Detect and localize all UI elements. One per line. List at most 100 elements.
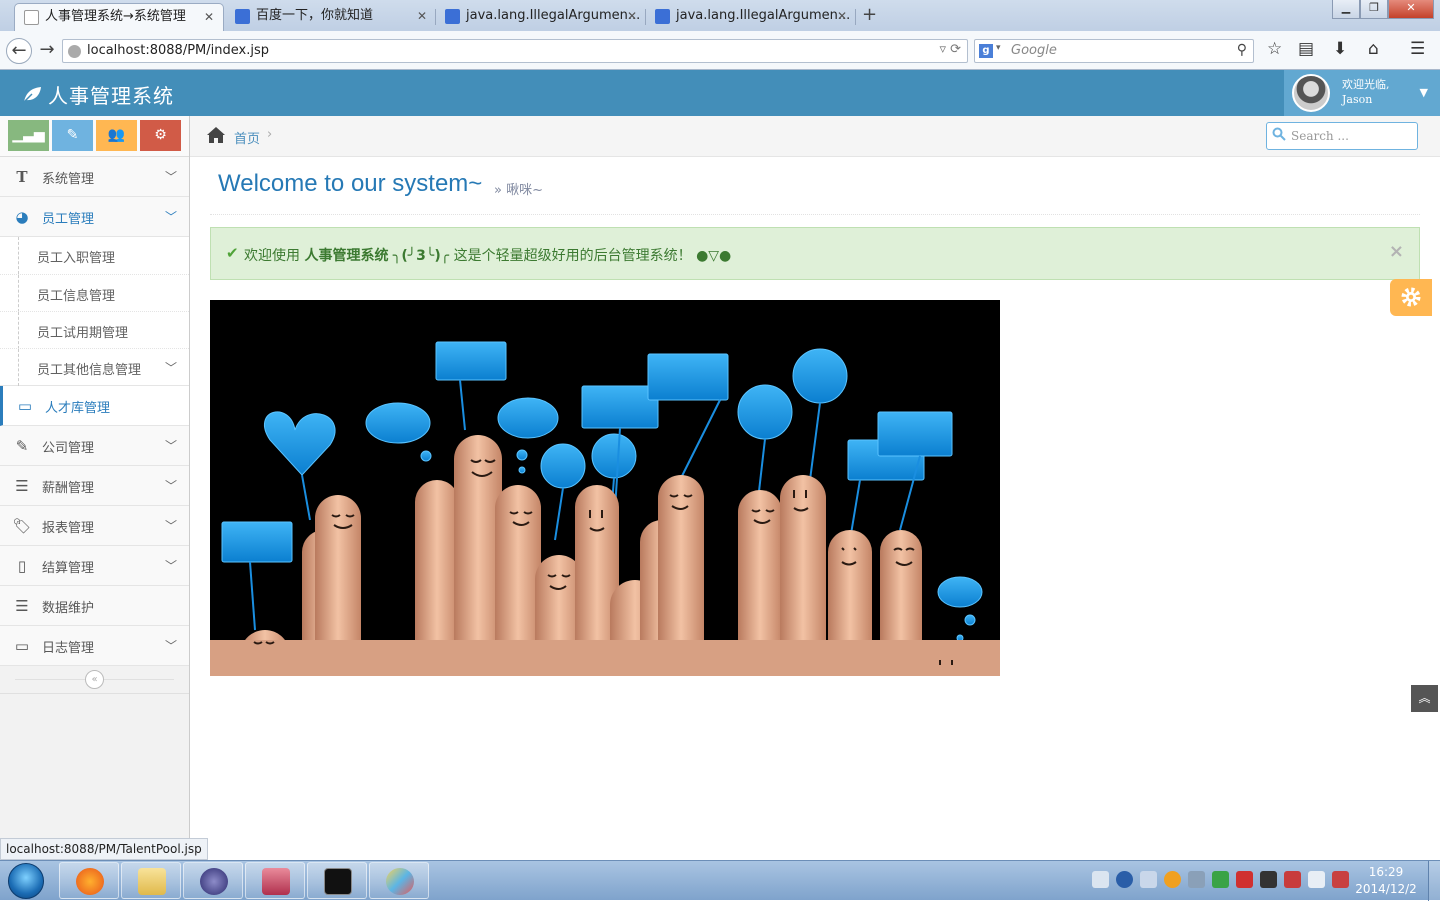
back-arrow-icon[interactable]: ← <box>6 38 32 64</box>
taskbar-firefox[interactable] <box>59 862 119 899</box>
network-icon[interactable] <box>1308 871 1325 888</box>
greeting-text: 欢迎光临, <box>1342 78 1390 91</box>
shortcut-cogs-button[interactable]: ⚙ <box>140 120 181 151</box>
google-engine-icon[interactable]: g <box>979 44 993 58</box>
app-header: 人事管理系统 欢迎光临, Jason ▼ <box>0 70 1440 116</box>
cogs-icon: ⚙ <box>154 127 167 143</box>
show-desktop-button[interactable] <box>1428 861 1440 901</box>
browser-tab[interactable]: java.lang.IllegalArgumen... ✕ <box>646 3 856 31</box>
sidebar-item-employee[interactable]: ◕ 员工管理 ﹀ <box>0 197 189 237</box>
tab-close-icon[interactable]: ✕ <box>417 3 427 29</box>
sidebar-shortcuts: ▁▃▅ ✎ 👥 ⚙ <box>0 116 189 157</box>
alert-prefix: 欢迎使用 <box>244 248 300 264</box>
caret-down-icon: ▼ <box>1419 86 1428 99</box>
windows-start-icon[interactable] <box>8 863 44 899</box>
tray-expand-icon[interactable] <box>1140 871 1157 888</box>
hero-image <box>210 300 1000 676</box>
file-icon: ▯ <box>17 557 27 575</box>
taskbar-explorer[interactable] <box>121 862 181 899</box>
address-url[interactable]: localhost:8088/PM/index.jsp <box>87 43 269 58</box>
tray-app-icon[interactable] <box>1188 871 1205 888</box>
home-icon[interactable]: ⌂ <box>1368 39 1379 59</box>
tray-app-icon[interactable] <box>1260 871 1277 888</box>
alert-close-icon[interactable]: × <box>1389 241 1404 262</box>
browser-tab[interactable]: java.lang.IllegalArgumen... ✕ <box>436 3 646 31</box>
list-icon: ☰ <box>15 597 29 615</box>
site-identity-icon <box>68 45 81 58</box>
shortcut-group-button[interactable]: 👥 <box>96 120 137 151</box>
taskbar-eclipse[interactable] <box>183 862 243 899</box>
browser-nav-bar: ← → localhost:8088/PM/index.jsp ▿ ⟳ g ▾ … <box>0 31 1440 70</box>
alert-suffix: 这是个轻量超级好用的后台管理系统！ ●▽● <box>453 248 732 264</box>
avatar <box>1292 74 1330 112</box>
sidebar-item-data-maintenance[interactable]: ☰ 数据维护 <box>0 586 189 626</box>
minimize-icon[interactable]: ▁ <box>1332 0 1360 19</box>
taskbar-database[interactable] <box>245 862 305 899</box>
page-title: Welcome to our system~ <box>218 170 483 197</box>
shortcut-pencil-button[interactable]: ✎ <box>52 120 93 151</box>
paint-icon <box>386 868 414 895</box>
breadcrumb-home-link[interactable]: 首页 <box>234 128 260 147</box>
tab-close-icon[interactable]: ✕ <box>627 3 637 29</box>
volume-muted-icon[interactable] <box>1332 871 1349 888</box>
qq-icon[interactable] <box>1164 871 1181 888</box>
security-shield-icon[interactable] <box>1212 871 1229 888</box>
submenu-item-other[interactable]: 员工其他信息管理 ﹀ <box>0 348 189 386</box>
pencil-icon: ✎ <box>66 127 79 143</box>
submenu-item-probation[interactable]: 员工试用期管理 <box>0 311 189 349</box>
keyboard-icon[interactable] <box>1092 871 1109 888</box>
reload-icon[interactable]: ▿ ⟳ <box>939 42 961 57</box>
tray-app-icon[interactable] <box>1236 871 1253 888</box>
help-icon[interactable] <box>1116 871 1133 888</box>
nav-search-input[interactable]: Search ... <box>1266 122 1418 150</box>
sidebar-item-label: 结算管理 <box>42 561 95 576</box>
sidebar-item-salary[interactable]: ☰ 薪酬管理 ﹀ <box>0 466 189 506</box>
double-angle-left-icon[interactable]: « <box>85 670 104 689</box>
window-close-icon[interactable]: ✕ <box>1388 0 1434 19</box>
download-icon[interactable]: ⬇ <box>1333 39 1347 59</box>
sidebar-item-talent-pool[interactable]: ▭ 人才库管理 <box>0 386 189 426</box>
text-width-icon: T <box>16 168 28 186</box>
browser-search-placeholder[interactable]: Google <box>1011 43 1057 58</box>
sidebar: ▁▃▅ ✎ 👥 ⚙ T 系统管理 ﹀ ◕ 员工管理 ﹀ 员工入职管理 员工信息管… <box>0 116 190 860</box>
app-logo[interactable]: 人事管理系统 <box>22 80 174 109</box>
bookmarks-list-icon[interactable]: ▤ <box>1298 39 1314 59</box>
taskbar-cmd[interactable] <box>307 862 367 899</box>
bookmark-star-icon[interactable]: ☆ <box>1267 39 1282 59</box>
shortcut-signal-button[interactable]: ▁▃▅ <box>8 120 49 151</box>
app-name: 人事管理系统 <box>48 84 174 108</box>
tab-close-icon[interactable]: ✕ <box>204 4 214 30</box>
submenu-item-info[interactable]: 员工信息管理 <box>0 274 189 312</box>
restore-icon[interactable]: ❐ <box>1360 0 1388 19</box>
submenu-item-onboarding[interactable]: 员工入职管理 <box>0 237 189 274</box>
chevron-down-icon: ﹀ <box>164 439 177 453</box>
sidebar-item-reports[interactable]: 🏷 报表管理 ﹀ <box>0 506 189 546</box>
clock-time: 16:29 <box>1368 865 1404 879</box>
system-clock[interactable]: 16:29 2014/12/2 <box>1353 864 1419 898</box>
sidebar-collapse: « <box>0 666 189 694</box>
user-menu[interactable]: 欢迎光临, Jason ▼ <box>1284 70 1440 116</box>
forward-arrow-icon[interactable]: → <box>34 38 60 64</box>
browser-tab[interactable]: 百度一下，你就知道 ✕ <box>226 3 436 31</box>
scroll-to-top-button[interactable]: ︽ <box>1411 685 1438 712</box>
browser-search-box[interactable]: g ▾ Google ⚲ <box>974 39 1254 63</box>
sidebar-item-label: 数据维护 <box>42 601 95 616</box>
sidebar-item-logs[interactable]: ▭ 日志管理 ﹀ <box>0 626 189 666</box>
browser-tab-bar: 人事管理系统→系统管理 ✕ 百度一下，你就知道 ✕ java.lang.Ille… <box>0 0 1440 31</box>
menu-hamburger-icon[interactable]: ☰ <box>1410 39 1425 59</box>
tray-app-icon[interactable] <box>1284 871 1301 888</box>
address-bar[interactable]: localhost:8088/PM/index.jsp ▿ ⟳ <box>62 39 968 63</box>
chevron-down-icon: ﹀ <box>164 170 177 184</box>
sidebar-item-settlement[interactable]: ▯ 结算管理 ﹀ <box>0 546 189 586</box>
sidebar-item-company[interactable]: ✎ 公司管理 ﹀ <box>0 426 189 466</box>
search-placeholder[interactable]: Search ... <box>1291 129 1349 143</box>
new-tab-icon[interactable]: + <box>862 4 877 25</box>
browser-tab-active[interactable]: 人事管理系统→系统管理 ✕ <box>14 3 224 31</box>
ace-settings-button[interactable] <box>1390 279 1432 316</box>
tab-close-icon[interactable]: ✕ <box>837 3 847 29</box>
double-angle-right-icon: » <box>494 183 502 198</box>
engine-dropdown-icon[interactable]: ▾ <box>996 43 1001 53</box>
sidebar-item-system[interactable]: T 系统管理 ﹀ <box>0 157 189 197</box>
taskbar-paint[interactable] <box>369 862 429 899</box>
search-icon[interactable]: ⚲ <box>1237 42 1247 58</box>
